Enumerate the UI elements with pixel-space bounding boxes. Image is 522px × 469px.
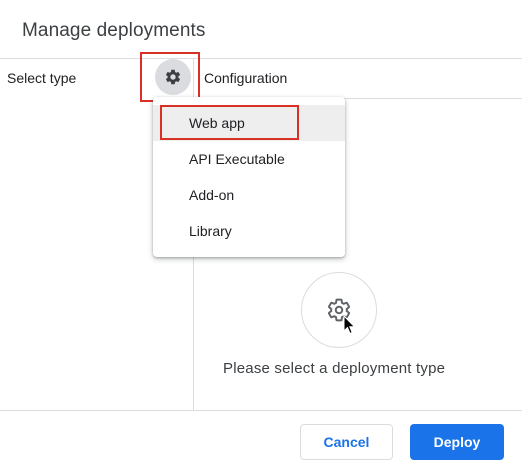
mouse-cursor-icon bbox=[343, 315, 356, 335]
footer-divider bbox=[0, 410, 522, 411]
deploy-button[interactable]: Deploy bbox=[410, 424, 504, 460]
header-divider bbox=[0, 58, 522, 59]
configuration-label: Configuration bbox=[204, 70, 288, 86]
menu-item-add-on[interactable]: Add-on bbox=[153, 177, 345, 213]
empty-state-text: Please select a deployment type bbox=[223, 360, 446, 377]
select-type-label: Select type bbox=[7, 70, 77, 86]
empty-state-icon-circle bbox=[301, 272, 377, 348]
cancel-button[interactable]: Cancel bbox=[300, 424, 393, 460]
dialog-title: Manage deployments bbox=[22, 20, 206, 41]
web-app-highlight-box bbox=[160, 105, 299, 140]
menu-item-library[interactable]: Library bbox=[153, 213, 345, 249]
menu-item-api-executable[interactable]: API Executable bbox=[153, 141, 345, 177]
gear-highlight-box bbox=[140, 52, 200, 102]
